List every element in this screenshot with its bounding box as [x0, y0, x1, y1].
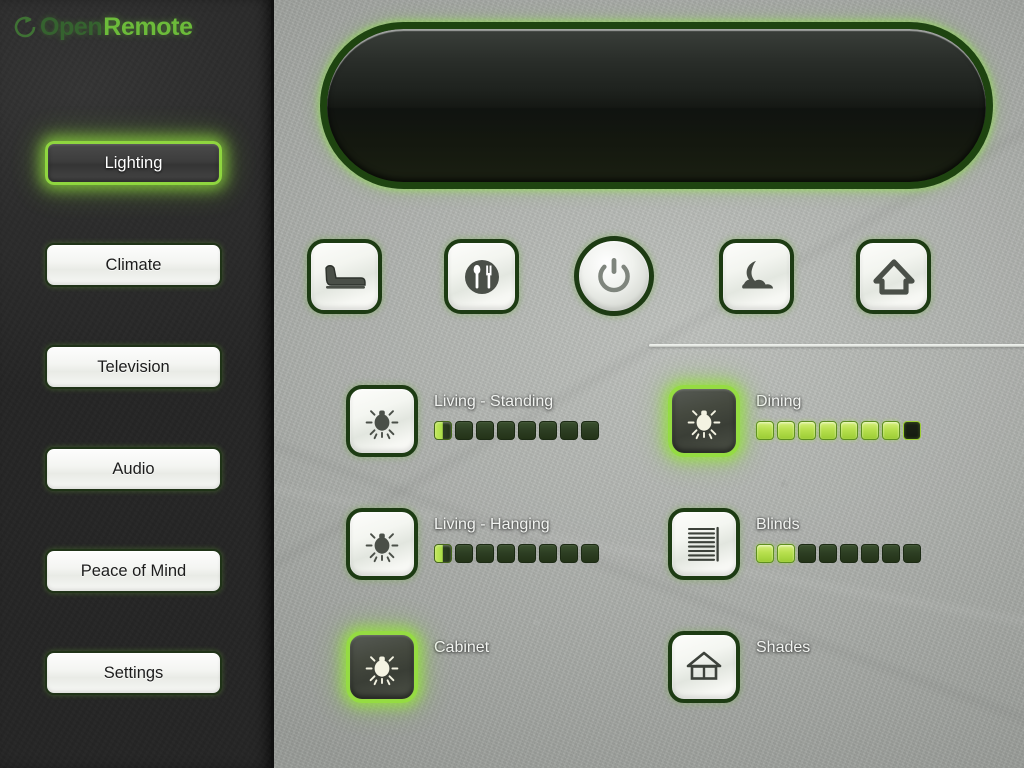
device-cabinet-info: Cabinet [434, 631, 489, 667]
level-segment-6[interactable] [861, 421, 879, 440]
level-segment-7[interactable] [560, 544, 578, 563]
device-blinds-toggle[interactable] [668, 508, 740, 580]
device-living-standing-toggle[interactable] [346, 385, 418, 457]
openremote-app: Open Remote Lighting Climate Television Audi… [0, 0, 1024, 768]
level-segment-4[interactable] [819, 421, 837, 440]
device-label: Blinds [756, 516, 800, 533]
power-icon [591, 253, 637, 299]
level-segment-5[interactable] [518, 544, 536, 563]
sidebar-item-peace-of-mind[interactable]: Peace of Mind [45, 549, 222, 593]
sidebar-item-label: Television [97, 357, 170, 376]
level-segment-8[interactable] [581, 421, 599, 440]
level-segment-2[interactable] [777, 544, 795, 563]
level-segment-6[interactable] [539, 421, 557, 440]
level-segment-5[interactable] [840, 544, 858, 563]
light-bulb-icon [684, 401, 724, 441]
device-dining-toggle[interactable] [668, 385, 740, 457]
device-living-standing-level-slider[interactable] [434, 421, 599, 440]
device-blinds-level-slider[interactable] [756, 544, 921, 563]
device-dining-level-slider[interactable] [756, 421, 921, 440]
level-segment-4[interactable] [497, 544, 515, 563]
level-segment-4[interactable] [497, 421, 515, 440]
device-living-hanging-level-slider[interactable] [434, 544, 599, 563]
device-label: Shades [756, 639, 811, 656]
device-dining: Dining [668, 385, 921, 457]
level-segment-8[interactable] [903, 421, 921, 440]
light-bulb-icon [362, 401, 402, 441]
sidebar-nav: Lighting Climate Television Audio Peace of M… [45, 141, 222, 753]
device-living-standing: Living - Standing [346, 385, 599, 457]
level-segment-3[interactable] [476, 544, 494, 563]
device-label: Living - Hanging [434, 516, 550, 533]
device-blinds-info: Blinds [756, 508, 921, 563]
sidebar-item-settings[interactable]: Settings [45, 651, 222, 695]
sidebar-item-climate[interactable]: Climate [45, 243, 222, 287]
status-display-panel[interactable] [320, 22, 993, 189]
scene-button-dining[interactable] [444, 239, 519, 314]
level-segment-8[interactable] [903, 544, 921, 563]
cutlery-icon [460, 255, 504, 299]
logo-text-remote: Remote [103, 12, 193, 41]
scene-button-lounge[interactable] [307, 239, 382, 314]
scene-button-power[interactable] [574, 236, 654, 316]
level-segment-3[interactable] [798, 421, 816, 440]
level-segment-2[interactable] [455, 421, 473, 440]
sidebar: Open Remote Lighting Climate Television Audi… [0, 0, 274, 768]
device-label: Cabinet [434, 639, 490, 656]
level-segment-4[interactable] [819, 544, 837, 563]
app-logo: Open Remote [12, 10, 193, 44]
level-segment-3[interactable] [798, 544, 816, 563]
light-bulb-icon [362, 524, 402, 564]
level-segment-2[interactable] [455, 544, 473, 563]
device-label: Living - Standing [434, 393, 554, 410]
level-segment-1[interactable] [756, 544, 774, 563]
sidebar-item-lighting[interactable]: Lighting [45, 141, 222, 185]
level-segment-1[interactable] [434, 421, 452, 440]
device-label: Dining [756, 393, 802, 410]
blinds-icon [684, 523, 724, 565]
light-bulb-icon [362, 647, 402, 687]
sidebar-item-label: Peace of Mind [80, 561, 187, 580]
device-shades-toggle[interactable] [668, 631, 740, 703]
window-shade-icon [683, 649, 725, 685]
circular-arrow-icon [12, 14, 38, 40]
level-segment-8[interactable] [581, 544, 599, 563]
device-living-standing-info: Living - Standing [434, 385, 599, 440]
section-divider [649, 344, 1024, 347]
sidebar-item-label: Settings [103, 663, 164, 682]
level-segment-1[interactable] [756, 421, 774, 440]
level-segment-6[interactable] [539, 544, 557, 563]
device-shades: Shades [668, 631, 810, 703]
device-blinds: Blinds [668, 508, 921, 580]
device-dining-info: Dining [756, 385, 921, 440]
home-icon [872, 258, 915, 295]
level-segment-5[interactable] [518, 421, 536, 440]
device-living-hanging-toggle[interactable] [346, 508, 418, 580]
logo-text-open: Open [40, 12, 103, 41]
level-segment-7[interactable] [560, 421, 578, 440]
sidebar-item-audio[interactable]: Audio [45, 447, 222, 491]
device-living-hanging: Living - Hanging [346, 508, 599, 580]
level-segment-1[interactable] [434, 544, 452, 563]
main-content: Living - Standing Dining Living - Hanging B… [274, 0, 1024, 768]
moon-cloud-icon [735, 257, 779, 297]
device-cabinet-toggle[interactable] [346, 631, 418, 703]
scene-button-night[interactable] [719, 239, 794, 314]
level-segment-7[interactable] [882, 544, 900, 563]
device-cabinet: Cabinet [346, 631, 489, 703]
scene-button-row [274, 236, 1024, 319]
level-segment-3[interactable] [476, 421, 494, 440]
device-shades-info: Shades [756, 631, 810, 667]
level-segment-2[interactable] [777, 421, 795, 440]
scene-button-home[interactable] [856, 239, 931, 314]
level-segment-6[interactable] [861, 544, 879, 563]
level-segment-5[interactable] [840, 421, 858, 440]
sidebar-item-television[interactable]: Television [45, 345, 222, 389]
level-segment-7[interactable] [882, 421, 900, 440]
sidebar-item-label: Audio [112, 459, 155, 478]
recliner-chair-icon [323, 260, 367, 294]
device-living-hanging-info: Living - Hanging [434, 508, 599, 563]
sidebar-item-label: Climate [105, 255, 162, 274]
sidebar-item-label: Lighting [104, 153, 163, 172]
